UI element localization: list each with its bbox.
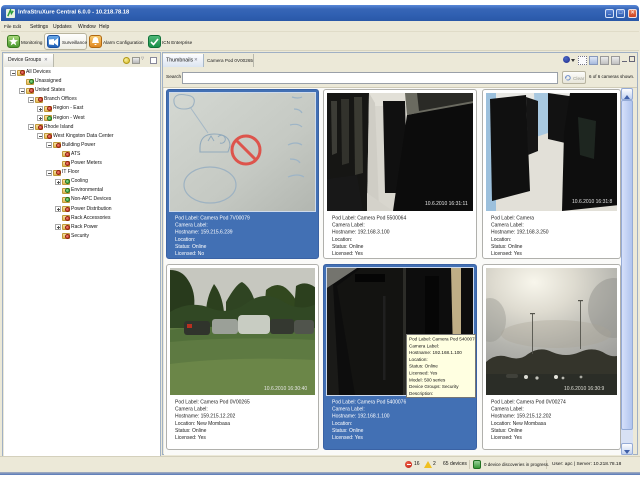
svg-text:10.6.2010 16:30:40: 10.6.2010 16:30:40 <box>264 386 307 392</box>
svg-text:10.6.2010 16:30:9: 10.6.2010 16:30:9 <box>564 386 605 392</box>
svg-text:10.6.2010 16:31:8: 10.6.2010 16:31:8 <box>572 199 613 205</box>
svg-text:10.6.2010 16:31:11: 10.6.2010 16:31:11 <box>425 201 468 207</box>
